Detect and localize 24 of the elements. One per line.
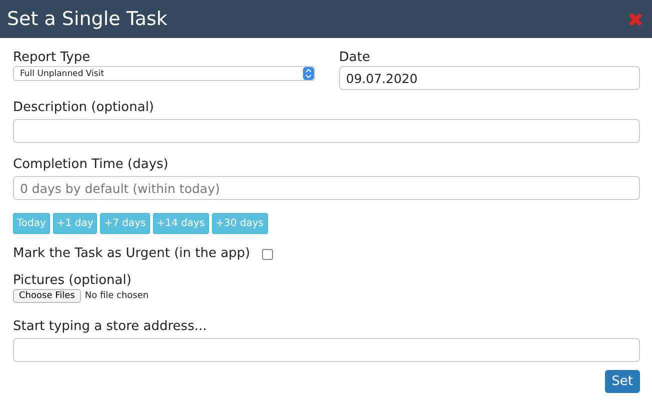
field-label: Start typing a store address... [13, 319, 208, 335]
window-title: Set a Single Task [7, 8, 168, 30]
urgent-label: Mark the Task as Urgent (in the app) [13, 246, 250, 262]
completion-time-field[interactable]: 0 days by default (within today) [13, 176, 640, 200]
date-field[interactable]: 09.07.2020 [339, 66, 640, 90]
description-field[interactable] [13, 119, 640, 143]
day-button[interactable]: +14 days [152, 213, 209, 234]
field-label: Pictures (optional) [13, 273, 132, 289]
day-button[interactable]: +30 days [212, 213, 268, 234]
stepper-icon [303, 67, 314, 80]
day-button[interactable]: +1 day [52, 213, 98, 234]
urgent-checkbox[interactable] [262, 248, 274, 260]
field-label: Report Type [13, 50, 92, 66]
field-label: Completion Time (days) [13, 157, 170, 173]
day-button[interactable]: +7 days [100, 213, 150, 234]
choose-files-button[interactable]: Choose Files [13, 289, 81, 303]
field-label: Date [339, 50, 372, 66]
address-field[interactable] [13, 338, 640, 362]
file-status: No file chosen [84, 291, 149, 301]
report-type-select[interactable]: Full Unplanned Visit [13, 66, 315, 81]
close-icon[interactable] [627, 10, 644, 28]
day-button[interactable]: Today [13, 213, 50, 234]
field-label: Description (optional) [13, 100, 156, 116]
set-button[interactable]: Set [604, 370, 640, 393]
